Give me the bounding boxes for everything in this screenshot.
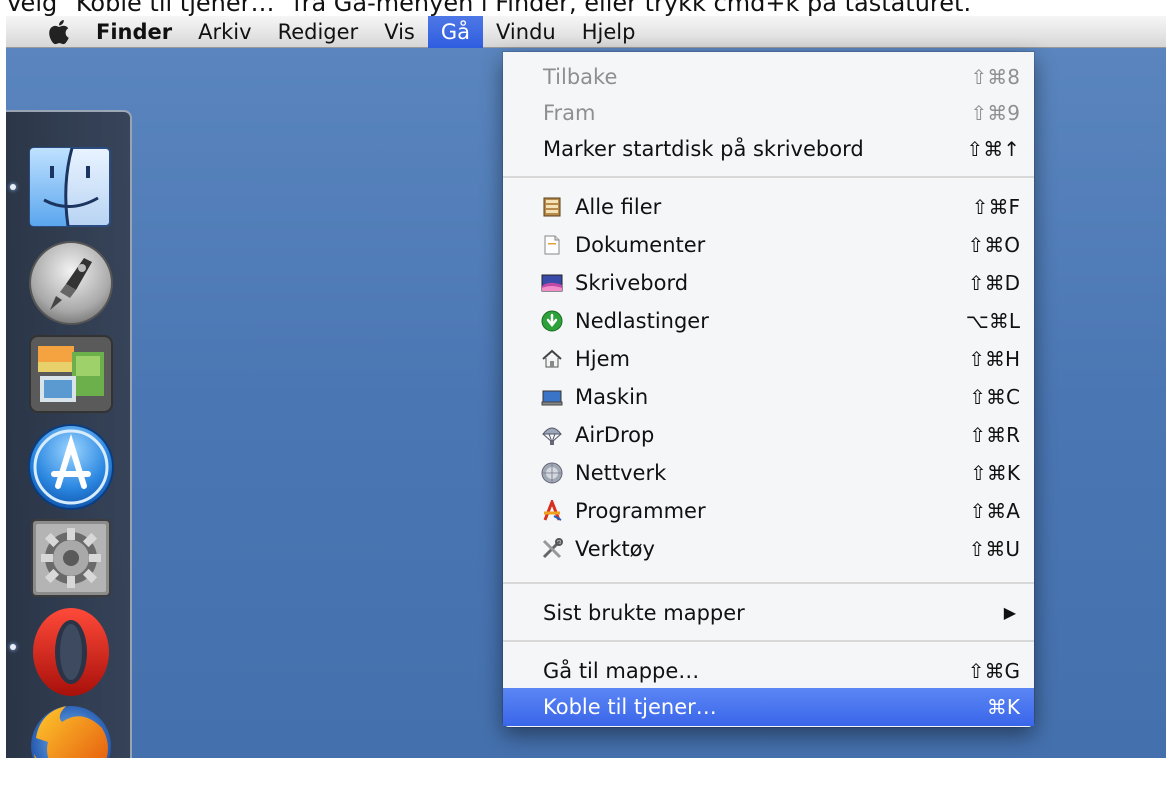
menu-item-applications[interactable]: Programmer ⇧⌘A [503,492,1034,530]
documents-icon [541,234,563,256]
menu-item-label: Alle filer [575,195,662,219]
menu-hjelp[interactable]: Hjelp [569,16,649,48]
menu-item-recent-folders[interactable]: Sist brukte mapper ▶ [503,594,1034,632]
menu-item-shortcut: ⇧⌘G [967,659,1020,683]
applications-icon [541,497,563,522]
utilities-icon [541,538,563,560]
menu-item-shortcut: ⌘K [986,695,1020,719]
menu-item-label: Nedlastinger [575,309,709,333]
menu-item-downloads[interactable]: Nedlastinger ⌥⌘L [503,302,1034,340]
menu-item-label: Verktøy [575,537,655,561]
home-icon [541,348,563,370]
go-menu-dropdown: Tilbake ⇧⌘8 Fram ⇧⌘9 Marker startdisk på… [503,52,1034,727]
airdrop-icon [541,424,563,446]
menu-item-shortcut: ⇧⌘D [967,271,1020,295]
downloads-icon [541,310,563,332]
running-indicator [10,644,16,650]
menu-item-label: Tilbake [543,65,618,89]
menu-item-label: Gå til mappe… [543,659,700,683]
apple-icon[interactable] [34,16,82,48]
menu-item-shortcut: ⇧⌘8 [970,65,1020,89]
menu-item-back[interactable]: Tilbake ⇧⌘8 [503,58,1034,96]
menu-arkiv[interactable]: Arkiv [185,16,264,48]
menu-separator [503,582,1034,584]
menu-item-computer[interactable]: Maskin ⇧⌘C [503,378,1034,416]
menu-item-label: Skrivebord [575,271,689,295]
menu-item-shortcut: ⇧⌘K [970,461,1020,485]
network-icon [541,462,563,484]
menu-item-label: Programmer [575,499,706,523]
menu-separator [503,176,1034,178]
menu-ga[interactable]: Gå [427,16,484,48]
menu-item-label: Nettverk [575,461,667,485]
all-files-icon [541,196,563,218]
menu-item-shortcut: ⇧⌘C [969,385,1020,409]
menu-item-connect-to-server[interactable]: Koble til tjener… ⌘K [503,688,1034,726]
menu-item-shortcut: ⇧⌘H [968,347,1020,371]
submenu-arrow-icon: ▶ [1003,603,1016,622]
photo-browser-icon[interactable] [26,332,116,422]
computer-icon [541,386,563,408]
menu-item-label: Dokumenter [575,233,706,257]
app-store-icon[interactable] [26,422,116,512]
menu-rediger[interactable]: Rediger [265,16,372,48]
menu-item-desktop[interactable]: Skrivebord ⇧⌘D [503,264,1034,302]
menu-item-shortcut: ⇧⌘F [971,195,1020,219]
firefox-icon[interactable] [26,698,116,758]
mac-screen: Finder Arkiv Rediger Vis Gå Vindu Hjelp [6,16,1166,758]
menu-item-network[interactable]: Nettverk ⇧⌘K [503,454,1034,492]
menu-item-utilities[interactable]: Verktøy ⇧⌘U [503,530,1034,568]
menu-vis[interactable]: Vis [371,16,428,48]
menu-item-go-to-folder[interactable]: Gå til mappe… ⇧⌘G [503,652,1034,690]
menu-item-shortcut: ⌥⌘L [965,309,1020,333]
menu-bar: Finder Arkiv Rediger Vis Gå Vindu Hjelp [6,16,1166,48]
menu-item-label: AirDrop [575,423,655,447]
menu-item-select-startup-disk[interactable]: Marker startdisk på skrivebord ⇧⌘↑ [503,130,1034,168]
menu-separator [503,640,1034,642]
finder-icon[interactable] [26,144,116,234]
menu-item-documents[interactable]: Dokumenter ⇧⌘O [503,226,1034,264]
menu-item-shortcut: ⇧⌘O [967,233,1021,257]
running-indicator [10,184,16,190]
menu-item-shortcut: ⇧⌘A [969,499,1020,523]
menu-item-home[interactable]: Hjem ⇧⌘H [503,340,1034,378]
desktop-icon [541,272,563,294]
menu-item-label: Maskin [575,385,649,409]
launchpad-icon[interactable] [26,238,116,328]
opera-icon[interactable] [26,606,116,696]
menu-item-all-files[interactable]: Alle filer ⇧⌘F [503,188,1034,226]
dock [6,110,132,758]
menu-finder[interactable]: Finder [82,16,185,48]
menu-item-label: Sist brukte mapper [543,601,745,625]
system-preferences-icon[interactable] [26,516,116,606]
menu-item-label: Koble til tjener… [543,695,717,719]
menu-item-label: Fram [543,101,596,125]
menu-item-label: Marker startdisk på skrivebord [543,137,864,161]
menu-item-airdrop[interactable]: AirDrop ⇧⌘R [503,416,1034,454]
menu-item-shortcut: ⇧⌘↑ [966,137,1020,161]
menu-item-shortcut: ⇧⌘R [969,423,1020,447]
menu-item-shortcut: ⇧⌘9 [970,101,1020,125]
menu-item-shortcut: ⇧⌘U [968,537,1020,561]
menu-item-forward[interactable]: Fram ⇧⌘9 [503,94,1034,132]
menu-vindu[interactable]: Vindu [483,16,569,48]
menu-item-label: Hjem [575,347,631,371]
